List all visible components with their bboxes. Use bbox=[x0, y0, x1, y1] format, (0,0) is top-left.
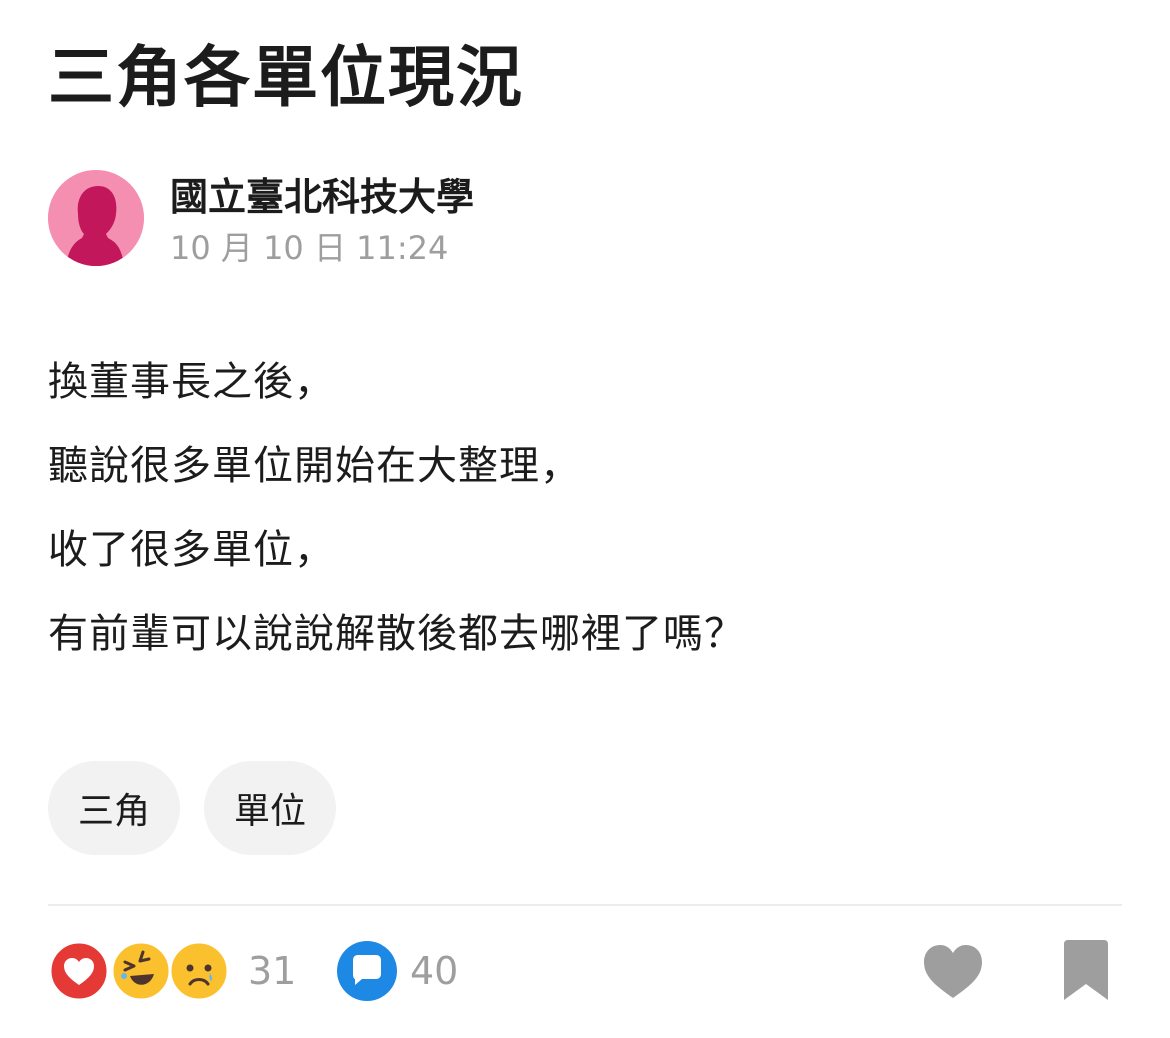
female-silhouette-icon[interactable] bbox=[48, 170, 144, 266]
reaction-count: 31 bbox=[248, 949, 297, 993]
tag-list: 三角 單位 bbox=[48, 761, 337, 855]
author-name[interactable]: 國立臺北科技大學 bbox=[170, 174, 474, 220]
tag-chip[interactable]: 單位 bbox=[204, 761, 337, 855]
comment-count: 40 bbox=[410, 949, 459, 993]
content-line: 聽說很多單位開始在大整理， bbox=[48, 443, 581, 489]
sad-reaction-icon bbox=[168, 940, 230, 1002]
author-block: 國立臺北科技大學 10 月 10 日 11:24 bbox=[48, 170, 748, 268]
divider bbox=[48, 904, 1122, 906]
laugh-reaction-icon bbox=[110, 940, 172, 1002]
tag-chip[interactable]: 三角 bbox=[48, 761, 181, 855]
avatar-graphic bbox=[48, 170, 144, 266]
reactions-summary[interactable]: 31 bbox=[48, 938, 308, 1004]
post-content: 換董事長之後， 聽說很多單位開始在大整理， 收了很多單位， 有前輩可以說說解散後… bbox=[48, 340, 1128, 676]
comments-button[interactable]: 40 bbox=[336, 938, 476, 1004]
heart-reaction-icon bbox=[48, 940, 110, 1002]
comment-bubble-icon bbox=[336, 940, 398, 1002]
bookmark-icon[interactable] bbox=[1058, 938, 1114, 1004]
post-page: 三角各單位現況 國立臺北科技大學 10 月 10 日 11:24 換董事長之後，… bbox=[0, 0, 1170, 1038]
content-line: 換董事長之後， bbox=[48, 359, 335, 405]
content-line: 有前輩可以說說解散後都去哪裡了嗎？ bbox=[48, 611, 745, 657]
action-bar: 31 40 bbox=[48, 938, 1122, 1004]
content-line: 收了很多單位， bbox=[48, 527, 335, 573]
post-timestamp: 10 月 10 日 11:24 bbox=[170, 229, 449, 267]
post-title: 三角各單位現況 bbox=[48, 39, 524, 116]
heart-icon[interactable] bbox=[920, 938, 986, 1004]
